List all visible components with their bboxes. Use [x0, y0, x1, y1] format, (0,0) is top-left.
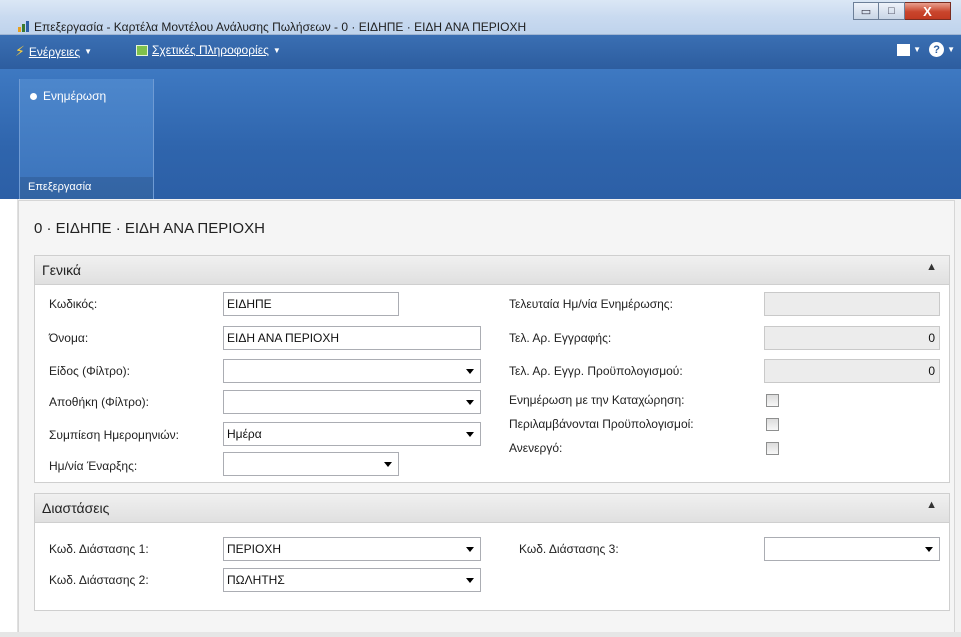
- dim2-value: ΠΩΛΗΤΗΣ: [227, 573, 285, 587]
- layout-icon: [897, 43, 911, 56]
- card-content: 0 · ΕΙΔΗΠΕ · ΕΙΔΗ ΑΝΑ ΠΕΡΙΟΧΗ Γενικά ▲ Κ…: [18, 200, 955, 633]
- item-filter-label: Είδος (Φίλτρο):: [49, 364, 130, 378]
- include-budgets-label: Περιλαμβάνονται Προϋπολογισμοί:: [509, 417, 694, 431]
- update-button[interactable]: Ενημέρωση: [30, 89, 106, 103]
- minimize-button[interactable]: ▭: [853, 2, 879, 20]
- dim1-label: Κωδ. Διάστασης 1:: [49, 542, 149, 556]
- ribbon-group-label: Επεξεργασία: [20, 177, 153, 199]
- dropdown-arrow-icon: [466, 400, 474, 405]
- dropdown-arrow-icon: [925, 547, 933, 552]
- chevron-down-icon: ▼: [947, 45, 955, 54]
- close-icon: X: [923, 3, 932, 19]
- dropdown-arrow-icon: [466, 432, 474, 437]
- related-info-menu[interactable]: Σχετικές Πληροφορίες ▼: [136, 43, 281, 57]
- dim2-label: Κωδ. Διάστασης 2:: [49, 573, 149, 587]
- location-filter-dropdown[interactable]: [223, 390, 481, 414]
- minimize-icon: ▭: [860, 5, 872, 18]
- fasttab-dimensions: Διαστάσεις ▲ Κωδ. Διάστασης 1: ΠΕΡΙΟΧΗ Κ…: [34, 493, 950, 611]
- date-compression-value: Ημέρα: [227, 427, 262, 441]
- page-title: 0 · ΕΙΔΗΠΕ · ΕΙΔΗ ΑΝΑ ΠΕΡΙΟΧΗ: [34, 220, 265, 237]
- window-title: Επεξεργασία - Καρτέλα Μοντέλου Ανάλυσης …: [34, 20, 527, 34]
- application-window: Επεξεργασία - Καρτέλα Μοντέλου Ανάλυσης …: [0, 0, 961, 637]
- last-entry-label: Τελ. Αρ. Εγγραφής:: [509, 331, 612, 345]
- update-button-label: Ενημέρωση: [43, 89, 107, 103]
- start-date-dropdown[interactable]: [223, 452, 399, 476]
- command-bar: ⚡ Ενέργειες ▼ Σχετικές Πληροφορίες ▼ ▼ ?…: [0, 35, 961, 69]
- date-compression-dropdown[interactable]: Ημέρα: [223, 422, 481, 446]
- fasttab-general-header[interactable]: Γενικά ▲: [35, 256, 949, 285]
- code-field[interactable]: ΕΙΔΗΠΕ: [223, 292, 399, 316]
- last-budget-entry-field: 0: [764, 359, 940, 383]
- blocked-label: Ανενεργό:: [509, 441, 563, 455]
- update-on-posting-label: Ενημέρωση με την Καταχώρηση:: [509, 393, 685, 407]
- dim3-label: Κωδ. Διάστασης 3:: [519, 542, 619, 556]
- last-budget-entry-label: Τελ. Αρ. Εγγρ. Προϋπολογισμού:: [509, 364, 683, 378]
- fasttab-general-title: Γενικά: [42, 262, 81, 278]
- last-update-field: [764, 292, 940, 316]
- chevron-down-icon: ▼: [913, 45, 922, 54]
- ribbon: Ενημέρωση Επεξεργασία: [0, 69, 961, 199]
- collapse-icon[interactable]: ▲: [926, 261, 937, 273]
- dropdown-arrow-icon: [466, 369, 474, 374]
- dim1-value: ΠΕΡΙΟΧΗ: [227, 542, 282, 556]
- related-info-icon: [136, 44, 148, 56]
- collapse-icon[interactable]: ▲: [926, 499, 937, 511]
- fasttab-general: Γενικά ▲ Κωδικός: ΕΙΔΗΠΕ Όνομα: ΕΙΔΗ ΑΝΑ…: [34, 255, 950, 483]
- last-entry-field: 0: [764, 326, 940, 350]
- fasttab-dimensions-title: Διαστάσεις: [42, 500, 110, 516]
- status-strip: [0, 632, 961, 637]
- dim1-dropdown[interactable]: ΠΕΡΙΟΧΗ: [223, 537, 481, 561]
- chevron-down-icon: ▼: [84, 47, 93, 56]
- actions-menu-label: Ενέργειες: [28, 44, 81, 59]
- fasttab-dimensions-header[interactable]: Διαστάσεις ▲: [35, 494, 949, 523]
- lightning-icon: ⚡: [15, 43, 25, 59]
- maximize-button[interactable]: □: [879, 2, 905, 20]
- dropdown-arrow-icon: [466, 547, 474, 552]
- dim2-dropdown[interactable]: ΠΩΛΗΤΗΣ: [223, 568, 481, 592]
- help-icon: ?: [929, 42, 945, 57]
- item-filter-dropdown[interactable]: [223, 359, 481, 383]
- layout-menu[interactable]: ▼: [897, 43, 922, 56]
- code-label: Κωδικός:: [49, 297, 98, 311]
- app-chart-icon: [18, 21, 29, 32]
- help-menu[interactable]: ? ▼: [929, 42, 955, 57]
- last-update-label: Τελευταία Ημ/νία Ενημέρωσης:: [509, 297, 673, 311]
- ribbon-group-edit: Ενημέρωση Επεξεργασία: [19, 79, 154, 199]
- title-bar: Επεξεργασία - Καρτέλα Μοντέλου Ανάλυσης …: [0, 0, 961, 35]
- close-button[interactable]: X: [905, 2, 951, 20]
- left-gutter: [0, 199, 18, 637]
- bullet-icon: [30, 92, 37, 100]
- chevron-down-icon: ▼: [272, 45, 281, 55]
- include-budgets-checkbox[interactable]: [766, 418, 779, 431]
- dim3-dropdown[interactable]: [764, 537, 940, 561]
- name-field[interactable]: ΕΙΔΗ ΑΝΑ ΠΕΡΙΟΧΗ: [223, 326, 481, 350]
- related-info-label: Σχετικές Πληροφορίες: [152, 43, 269, 57]
- dropdown-arrow-icon: [384, 462, 392, 467]
- location-filter-label: Αποθήκη (Φίλτρο):: [49, 395, 149, 409]
- actions-menu[interactable]: ⚡ Ενέργειες ▼: [15, 43, 92, 60]
- date-compression-label: Συμπίεση Ημερομηνιών:: [49, 428, 179, 442]
- update-on-posting-checkbox[interactable]: [766, 394, 779, 407]
- maximize-icon: □: [888, 5, 895, 17]
- dropdown-arrow-icon: [466, 578, 474, 583]
- command-bar-right: ▼ ? ▼: [897, 42, 955, 57]
- blocked-checkbox[interactable]: [766, 442, 779, 455]
- name-label: Όνομα:: [49, 331, 89, 345]
- start-date-label: Ημ/νία Έναρξης:: [49, 459, 138, 473]
- window-controls: ▭ □ X: [853, 2, 951, 20]
